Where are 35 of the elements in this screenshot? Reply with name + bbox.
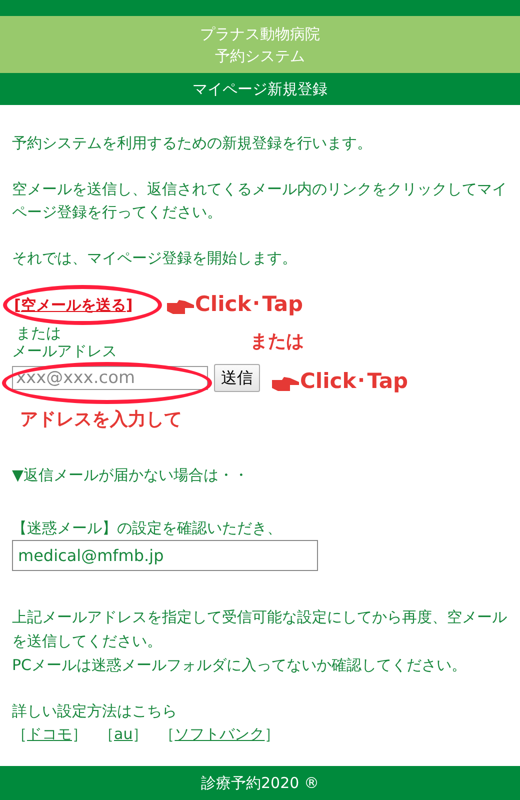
send-button[interactable]: 送信 bbox=[214, 364, 260, 392]
carrier-link[interactable]: au bbox=[114, 723, 133, 746]
bracket: ［ bbox=[12, 724, 27, 745]
clinic-name: プラナス動物病院 bbox=[200, 24, 320, 44]
click-tap-note: Click･Tap bbox=[195, 293, 304, 316]
instruction-text: 上記メールアドレスを指定して受信可能な設定にしてから再度、空メールを送信してください。 bbox=[12, 607, 508, 652]
system-name: 予約システム bbox=[215, 46, 305, 66]
bracket: ］ bbox=[264, 724, 280, 745]
bracket: ］ bbox=[72, 724, 87, 745]
bracket: ] bbox=[126, 295, 133, 316]
pointing-hand-icon bbox=[167, 299, 195, 315]
instruction-text: PCメールは迷惑メールフォルダに入ってないか確認してください。 bbox=[12, 655, 468, 676]
bracket: ］ bbox=[132, 724, 148, 745]
spam-text: 【迷惑メール】の設定を確認いただき、 bbox=[12, 518, 283, 539]
intro-text: それでは、マイページ登録を開始します。 bbox=[12, 248, 298, 269]
notice-heading: ▼返信メールが届かない場合は・・ bbox=[12, 465, 250, 486]
or-text: または bbox=[16, 324, 61, 342]
email-field[interactable]: xxx@xxx.com bbox=[12, 366, 208, 390]
bracket: ［ bbox=[160, 724, 175, 745]
pointing-hand-icon bbox=[272, 376, 300, 392]
carrier-link[interactable]: ソフトバンク bbox=[174, 723, 265, 746]
footer-text: 診療予約2020 ® bbox=[201, 774, 319, 792]
input-hint-note: アドレスを入力して bbox=[20, 408, 182, 431]
details-text: 詳しい設定方法はこちら bbox=[12, 701, 178, 722]
address-field[interactable]: medical@mfmb.jp bbox=[12, 540, 318, 571]
page-title: マイページ新規登録 bbox=[192, 80, 328, 98]
carrier-link[interactable]: ドコモ bbox=[27, 723, 72, 746]
send-empty-mail-link[interactable]: 空メールを送る bbox=[20, 294, 126, 316]
intro-text: 空メールを送信し、返信されてくるメール内のリンクをクリックしてマイページ登録を行ってください。 bbox=[12, 179, 508, 223]
click-tap-note: Click･Tap bbox=[300, 370, 408, 393]
intro-text: 予約システムを利用するための新規登録を行います。 bbox=[12, 133, 373, 154]
bracket: ［ bbox=[99, 724, 114, 745]
email-label: メールアドレス bbox=[12, 342, 117, 360]
or-note: または bbox=[250, 330, 304, 353]
bracket: [ bbox=[14, 295, 21, 316]
